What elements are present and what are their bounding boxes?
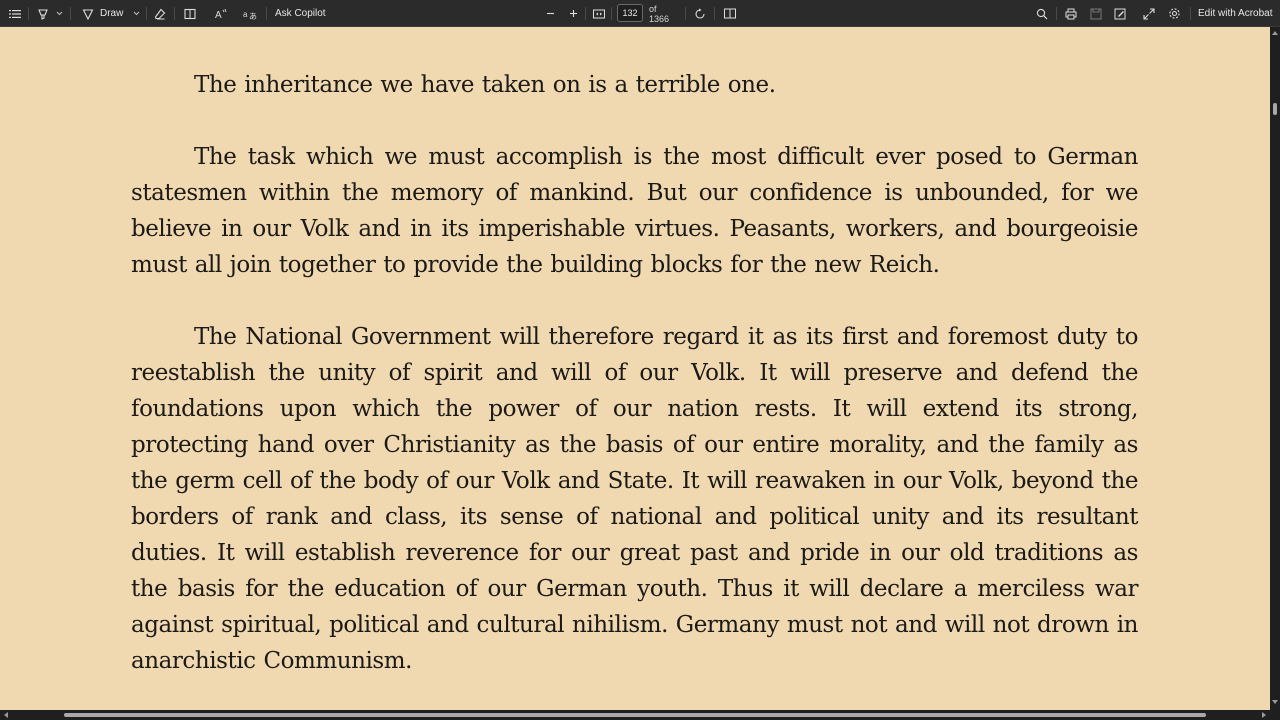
paragraph: The task which we must accomplish is the… [131, 144, 1138, 278]
save-as-icon[interactable] [1112, 0, 1128, 27]
toolbar-divider [611, 7, 612, 20]
vertical-scrollbar[interactable] [1270, 27, 1280, 710]
scroll-down-arrow-icon[interactable] [1272, 700, 1278, 704]
svg-text:A: A [215, 10, 222, 20]
eraser-icon[interactable] [152, 0, 168, 27]
print-icon[interactable] [1063, 0, 1079, 27]
scroll-left-arrow-icon[interactable] [4, 712, 8, 718]
toolbar-divider [28, 7, 29, 20]
chevron-down-icon[interactable] [131, 0, 141, 27]
minus-icon[interactable] [543, 0, 557, 27]
vertical-scroll-thumb[interactable] [1273, 103, 1277, 115]
edit-with-acrobat-button[interactable]: Edit with Acrobat [1198, 0, 1276, 27]
horizontal-scroll-thumb[interactable] [64, 713, 1206, 717]
page-count-label: of 1366 [649, 3, 670, 24]
svg-text:あ: あ [249, 12, 257, 20]
draw-pen-icon[interactable] [80, 0, 96, 27]
toolbar-divider [146, 7, 147, 20]
toolbar-divider [1056, 7, 1057, 20]
scroll-up-arrow-icon[interactable] [1272, 31, 1278, 35]
translate-icon[interactable]: aあ [241, 0, 259, 27]
save-icon[interactable] [1088, 0, 1104, 27]
list-icon[interactable] [7, 0, 23, 27]
toolbar-divider [714, 7, 715, 20]
plus-icon[interactable] [566, 0, 580, 27]
paragraph: The National Government will therefore r… [131, 324, 1138, 674]
toolbar-divider [1190, 7, 1191, 20]
search-icon[interactable] [1034, 0, 1050, 27]
read-aloud-icon[interactable]: A [212, 0, 230, 27]
toolbar-divider [70, 7, 71, 20]
horizontal-scrollbar[interactable] [0, 710, 1280, 720]
rotate-icon[interactable] [692, 0, 708, 27]
page-number-input[interactable] [617, 4, 643, 22]
ask-copilot-button[interactable]: Ask Copilot [275, 0, 335, 27]
paragraph: The inheritance we have taken on is a te… [194, 72, 776, 98]
chevron-down-icon[interactable] [54, 0, 64, 27]
highlighter-icon[interactable] [35, 0, 51, 27]
toolbar-divider [266, 7, 267, 20]
pdf-page: The inheritance we have taken on is a te… [0, 27, 1270, 710]
page-view-icon[interactable] [182, 0, 198, 27]
toolbar-divider [174, 7, 175, 20]
svg-text:a: a [243, 10, 248, 19]
fullscreen-icon[interactable] [1141, 0, 1157, 27]
fit-page-icon[interactable] [591, 0, 607, 27]
pdf-toolbar: Draw A aあ Ask Copilot of 1366 [0, 0, 1280, 27]
page-body-text: The inheritance we have taken on is a te… [131, 67, 1138, 710]
toolbar-divider [685, 7, 686, 20]
draw-button-label[interactable]: Draw [100, 0, 126, 27]
toolbar-divider [585, 7, 586, 20]
two-page-icon[interactable] [722, 0, 738, 27]
scroll-right-arrow-icon[interactable] [1262, 712, 1266, 718]
gear-icon[interactable] [1166, 0, 1182, 27]
